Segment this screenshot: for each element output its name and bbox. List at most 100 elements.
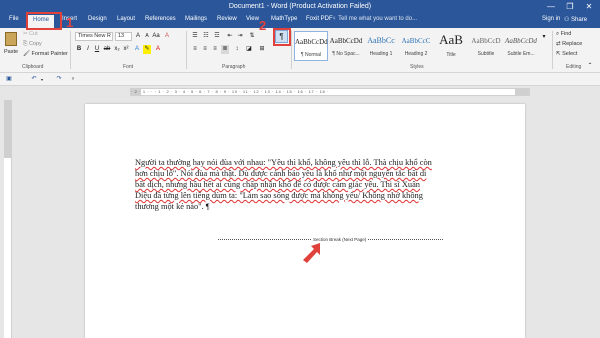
horizontal-ruler[interactable]: · 2 · 1 · · · 1 · 2 · 3 · 4 · 5 · 6 · 7 … — [130, 88, 530, 96]
collapse-ribbon-icon[interactable]: ⌃ — [586, 62, 594, 71]
bullets-icon[interactable]: ☰ — [191, 32, 199, 41]
shading-icon[interactable]: ◪ — [245, 45, 253, 54]
copy-label: Copy — [28, 41, 42, 47]
borders-icon[interactable]: ⊞ — [258, 45, 266, 54]
strikethrough-icon[interactable]: ab — [103, 45, 111, 54]
tab-mailings[interactable]: Mailings — [185, 16, 207, 22]
ruler-ticks: · 2 · 1 · · · 1 · 2 · 3 · 4 · 5 · 6 · 7 … — [131, 89, 329, 94]
style-subtitle[interactable]: AaBbCcD Subtitle — [469, 31, 503, 61]
increase-indent-icon[interactable]: ⇥ — [236, 32, 244, 41]
align-center-icon[interactable]: ≡ — [201, 45, 209, 54]
font-group-label: Font — [123, 64, 134, 70]
tab-file[interactable]: File — [9, 16, 19, 22]
style-heading-2[interactable]: AaBbCcC Heading 2 — [399, 31, 433, 61]
minimize-button[interactable]: — — [542, 0, 560, 14]
numbering-icon[interactable]: ☷ — [202, 32, 210, 41]
sort-icon[interactable]: ⇅ — [248, 32, 256, 41]
share-label: Share — [571, 17, 588, 23]
style-preview: AaBbCcC — [401, 37, 431, 45]
save-icon[interactable]: ▣ — [5, 75, 13, 84]
clear-formatting-icon[interactable]: A — [163, 32, 171, 41]
ruler-top-margin — [4, 100, 11, 158]
tab-references[interactable]: References — [145, 16, 176, 22]
customize-toolbar-icon[interactable]: ▿ — [69, 75, 77, 84]
vertical-ruler[interactable] — [4, 100, 12, 338]
format-painter-label: Format Painter — [31, 51, 68, 57]
undo-dropdown-icon[interactable]: ▾ — [38, 75, 46, 84]
multilevel-list-icon[interactable]: ☲ — [213, 32, 221, 41]
align-right-icon[interactable]: ≡ — [211, 45, 219, 54]
find-button[interactable]: ⌕ Find — [556, 31, 571, 38]
ribbon: Paste ✂ Cut ⎘ Copy 🖌 Format Painter Clip… — [0, 28, 600, 73]
cut-label: Cut — [29, 31, 38, 37]
sign-in-link[interactable]: Sign in — [542, 16, 560, 22]
font-name-select[interactable]: Times New R — [75, 32, 113, 41]
style-normal[interactable]: AaBbCcDd ¶ Normal — [294, 31, 328, 61]
grow-font-icon[interactable]: A — [134, 32, 142, 41]
brush-icon: 🖌 — [23, 51, 32, 57]
styles-scroll-icon[interactable]: ▾ — [540, 33, 548, 42]
line-spacing-icon[interactable]: ↕ — [233, 45, 241, 54]
font-color-icon[interactable]: A — [154, 45, 162, 54]
style-no-spacing[interactable]: AaBbCcDd ¶ No Spac... — [329, 31, 363, 61]
style-heading-1[interactable]: AaBbCc Heading 1 — [364, 31, 398, 61]
shrink-font-icon[interactable]: A — [143, 32, 151, 41]
underline-button[interactable]: U — [93, 45, 101, 54]
align-left-icon[interactable]: ≡ — [191, 45, 199, 54]
home-tab-highlight — [26, 12, 62, 30]
clipboard-group-label: Clipboard — [22, 64, 44, 70]
highlight-icon[interactable]: ✎ — [143, 45, 151, 54]
document-page[interactable]: Người ta thường hay nói đùa với nhau: "Y… — [85, 104, 525, 338]
redo-icon[interactable]: ↷ — [55, 75, 63, 84]
document-body[interactable]: Người ta thường hay nói đùa với nhau: "Y… — [135, 157, 432, 212]
style-preview: AaBbCcD — [471, 37, 501, 45]
tab-view[interactable]: View — [246, 16, 259, 22]
tell-me-box[interactable]: ♀ Tell me what you want to do... — [332, 16, 417, 22]
replace-label: Replace — [562, 41, 583, 47]
style-name: ¶ No Spac... — [332, 51, 360, 57]
clipboard-paste-icon[interactable] — [5, 32, 17, 46]
share-button[interactable]: ⚇ Share — [564, 16, 587, 23]
tab-foxit-pdf[interactable]: Foxit PDF — [306, 16, 333, 22]
tab-design[interactable]: Design — [88, 16, 107, 22]
undo-icon[interactable]: ↶ — [30, 75, 38, 84]
copy-button[interactable]: ⎘ Copy — [23, 41, 42, 48]
divider — [186, 31, 187, 69]
step-number-2: 2 — [259, 18, 267, 33]
red-arrow-icon — [303, 243, 320, 263]
style-name: ¶ Normal — [300, 52, 322, 58]
style-title[interactable]: AaB Title — [434, 31, 468, 61]
tab-mathtype[interactable]: MathType — [271, 16, 297, 22]
subscript-icon[interactable]: x₂ — [113, 45, 121, 54]
style-preview: AaBbCcDd — [329, 37, 363, 45]
paragraph-line: thương một kẻ nào". ¶ — [135, 202, 210, 211]
format-painter-button[interactable]: 🖌 Format Painter — [23, 51, 68, 57]
paragraph-line: Người ta thường hay nói đùa với nhau: "Y… — [135, 158, 432, 167]
bold-button[interactable]: B — [75, 45, 83, 54]
text-effects-icon[interactable]: A — [133, 45, 141, 54]
tab-review[interactable]: Review — [217, 16, 237, 22]
italic-button[interactable]: I — [84, 45, 92, 54]
change-case-icon[interactable]: Aa — [152, 32, 160, 41]
superscript-icon[interactable]: x² — [122, 45, 130, 54]
close-button[interactable]: ✕ — [580, 0, 598, 14]
quick-access-toolbar: ▣ ↶ ▾ ↷ ▿ — [0, 73, 600, 86]
style-name: Heading 1 — [369, 51, 393, 57]
font-size-select[interactable]: 13 — [115, 32, 132, 41]
decrease-indent-icon[interactable]: ⇤ — [226, 32, 234, 41]
section-break-label: Section Break (Next Page) — [311, 237, 369, 242]
maximize-button[interactable]: ❐ — [561, 0, 579, 14]
style-preview: AaBbCcDd — [295, 38, 328, 46]
style-subtle-emphasis[interactable]: AaBbCcDd Subtle Em... — [504, 31, 538, 61]
paste-label[interactable]: Paste — [4, 49, 18, 55]
divider — [70, 31, 71, 69]
tell-me-text: Tell me what you want to do... — [338, 16, 418, 22]
paragraph-line: hơn chịu lỗ". Nói đùa mà thật. Dù được c… — [135, 169, 427, 178]
select-button[interactable]: ⇱ Select — [556, 51, 577, 57]
tab-layout[interactable]: Layout — [117, 16, 135, 22]
replace-button[interactable]: ⇄ Replace — [556, 41, 582, 47]
style-name: Subtitle — [477, 51, 495, 57]
styles-group-label: Styles — [410, 64, 424, 70]
justify-icon[interactable]: ≣ — [221, 45, 229, 54]
cut-button[interactable]: ✂ Cut — [23, 31, 38, 37]
